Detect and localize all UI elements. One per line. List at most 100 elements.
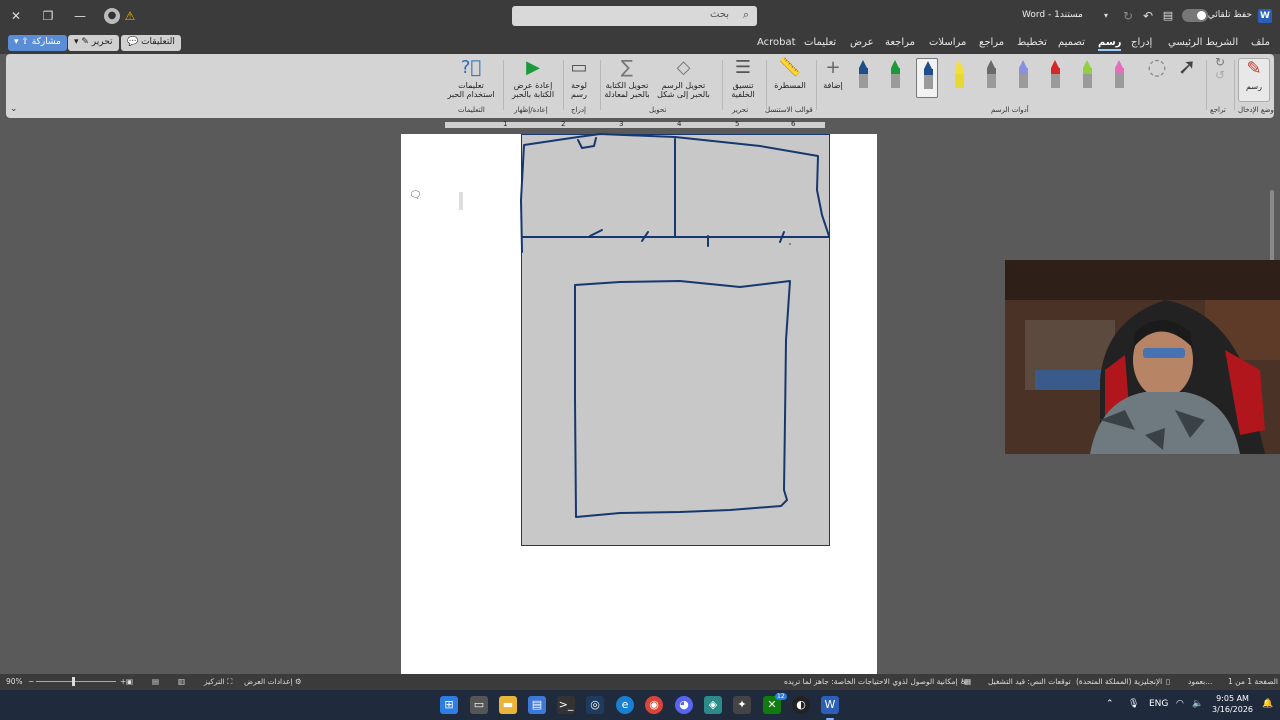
pen-tool-icon[interactable]	[916, 58, 938, 98]
restore-icon[interactable]: ❐	[40, 8, 56, 24]
ink-to-math-button[interactable]: ∑ تحويل الكتابة بالحبر لمعادلة	[602, 58, 652, 100]
display-settings-button[interactable]: إعدادات العرض ⚙	[244, 677, 302, 686]
save-icon[interactable]: ▤	[1160, 8, 1176, 24]
tray-overflow-icon[interactable]: ⌃	[1106, 699, 1114, 709]
microphone-icon[interactable]: 🎙	[1128, 699, 1139, 709]
language-indicator[interactable]: ENG	[1149, 699, 1168, 709]
zoom-level[interactable]: 90%	[6, 677, 23, 686]
tab-mailings[interactable]: مراسلات	[929, 37, 966, 48]
drawing-canvas-label: لوحة رسم	[571, 81, 587, 99]
redo-icon[interactable]: ↻	[1120, 8, 1136, 24]
tab-review[interactable]: مراجعة	[885, 37, 915, 48]
pen-tool-icon[interactable]	[852, 58, 874, 94]
ink-help-label: تعليمات استخدام الحبر	[447, 81, 495, 99]
app-icon[interactable]: ◈	[704, 696, 722, 714]
notifications-icon[interactable]: 🔔	[1262, 699, 1273, 709]
autosave-label: حفظ تلقائي	[1207, 10, 1252, 20]
language-status[interactable]: الإنجليزية (المملكة المتحدة)	[1076, 677, 1162, 686]
collapse-ribbon-icon[interactable]: ⌄	[10, 104, 18, 114]
discord-icon[interactable]: ◕	[675, 696, 693, 714]
volume-icon[interactable]: 🔈	[1192, 699, 1203, 709]
app-icon[interactable]: ✦	[733, 696, 751, 714]
customize-qat-icon[interactable]: ▾	[1098, 8, 1114, 24]
store-icon[interactable]: ▤	[528, 696, 546, 714]
obs-icon[interactable]: ◐	[792, 696, 810, 714]
horizontal-ruler[interactable]: 1 2 3 4 5 6	[401, 120, 877, 130]
web-layout-icon[interactable]: ▣	[126, 677, 133, 686]
share-button[interactable]: ▾ ⇪ مشاركة	[8, 35, 67, 51]
clock-date: 3/16/2026	[1212, 705, 1254, 714]
toggle-switch[interactable]	[1182, 9, 1208, 22]
tab-insert[interactable]: إدراج	[1131, 37, 1152, 48]
pen-tip	[955, 60, 963, 68]
pen-tool-icon[interactable]	[1012, 58, 1034, 94]
drawing-canvas-button[interactable]: ▭ لوحة رسم	[564, 58, 594, 100]
ink-replay-button[interactable]: ▶ إعادة عرض الكتابة بالحبر	[508, 57, 558, 100]
lasso-select-button[interactable]: ◌	[1142, 55, 1172, 81]
edit-label: تحرير	[91, 37, 113, 47]
comment-marker-icon[interactable]: 🗨	[409, 190, 422, 201]
add-pen-button[interactable]: + إضافة	[818, 58, 848, 91]
minimize-icon[interactable]: —	[72, 8, 88, 24]
pen-tool-icon[interactable]	[948, 58, 970, 94]
chrome-browser-icon[interactable]: ◉	[645, 696, 663, 714]
tab-help[interactable]: تعليمات	[804, 37, 836, 48]
edit-mode-button[interactable]: ▾ ✎ تحرير	[68, 35, 119, 51]
pen-tool-icon[interactable]	[1076, 58, 1098, 94]
word-app-icon: W	[1258, 9, 1272, 23]
search-box[interactable]: ⌕ بحث	[512, 6, 757, 26]
focus-button[interactable]: التركيز ⛶	[204, 677, 232, 687]
text-predictions-status[interactable]: توقعات النص: قيد التشغيل	[988, 677, 1071, 686]
file-explorer-icon[interactable]: ▬	[499, 696, 517, 714]
pen-tool-icon[interactable]	[1044, 58, 1066, 94]
read-mode-icon[interactable]: ▥	[178, 677, 185, 686]
steam-icon[interactable]: ◎	[586, 696, 604, 714]
accessibility-icon[interactable]: ▦	[964, 677, 971, 686]
edge-browser-icon[interactable]: e	[616, 696, 634, 714]
ruler-button[interactable]: 📏 المسطرة	[770, 58, 810, 91]
drawing-canvas[interactable]	[521, 134, 830, 546]
select-objects-button[interactable]: ➚	[1174, 57, 1200, 81]
account-avatar-icon[interactable]: ●	[104, 8, 120, 24]
ink-to-shape-button[interactable]: ◇ تحويل الرسم بالحبر إلى شكل	[656, 58, 711, 100]
pen-tool-icon[interactable]	[884, 58, 906, 94]
tab-draw[interactable]: رسم	[1098, 37, 1122, 51]
display-settings-label: إعدادات العرض	[244, 677, 293, 686]
start-menu-icon[interactable]: ⊞	[440, 696, 458, 714]
help-icon: ?⃝	[460, 57, 482, 78]
autosave-toggle[interactable]: حفظ تلقائي	[1182, 8, 1252, 24]
background-format-button[interactable]: ☰ تنسيق الخلفية	[724, 58, 762, 100]
tab-view[interactable]: عرض	[850, 37, 874, 48]
pen-tool-icon[interactable]	[1108, 58, 1130, 94]
system-clock[interactable]: 9:05 AM 3/16/2026	[1212, 693, 1253, 715]
undo-icon[interactable]: ↶	[1140, 8, 1156, 24]
page-number-status[interactable]: الصفحة 1 من 1	[1228, 677, 1278, 686]
tab-file[interactable]: ملف	[1251, 37, 1270, 48]
terminal-icon[interactable]: >_	[557, 696, 575, 714]
undo-group-buttons[interactable]: ↻ ↺	[1210, 56, 1230, 81]
comments-button[interactable]: 💬 التعليقات	[121, 35, 181, 51]
ruler-number: 4	[677, 120, 682, 128]
pen-tool-icon[interactable]	[980, 58, 1002, 94]
zoom-slider[interactable]	[36, 681, 116, 682]
draw-mode-button[interactable]: ✎ رسم	[1238, 58, 1270, 102]
close-icon[interactable]: ✕	[8, 8, 24, 24]
zoom-out-icon[interactable]: −	[28, 677, 34, 686]
wifi-icon[interactable]: ◠	[1176, 699, 1184, 709]
tab-references[interactable]: مراجع	[979, 37, 1004, 48]
replay-icon: ▶	[526, 57, 540, 78]
warning-icon[interactable]: ⚠	[122, 8, 138, 24]
print-layout-icon[interactable]: ▤	[152, 677, 159, 686]
task-view-icon[interactable]: ▭	[470, 696, 488, 714]
accessibility-status[interactable]: إمكانية الوصول لذوي الاحتياجات الخاصة: ج…	[784, 677, 967, 686]
tab-design[interactable]: تصميم	[1058, 37, 1085, 48]
lasso-icon: ◌	[1147, 55, 1167, 80]
tab-acrobat[interactable]: Acrobat	[757, 37, 796, 48]
proofing-icon[interactable]: ▯	[1166, 677, 1170, 686]
tab-layout[interactable]: تخطيط	[1017, 37, 1047, 48]
word-taskbar-icon[interactable]: W	[821, 696, 839, 720]
tab-home[interactable]: الشريط الرئيسي	[1168, 37, 1238, 48]
ink-help-button[interactable]: ?⃝ تعليمات استخدام الحبر	[446, 57, 496, 100]
word-count-status[interactable]: بعمود...	[1188, 677, 1212, 686]
zoom-slider-thumb[interactable]	[72, 677, 75, 686]
